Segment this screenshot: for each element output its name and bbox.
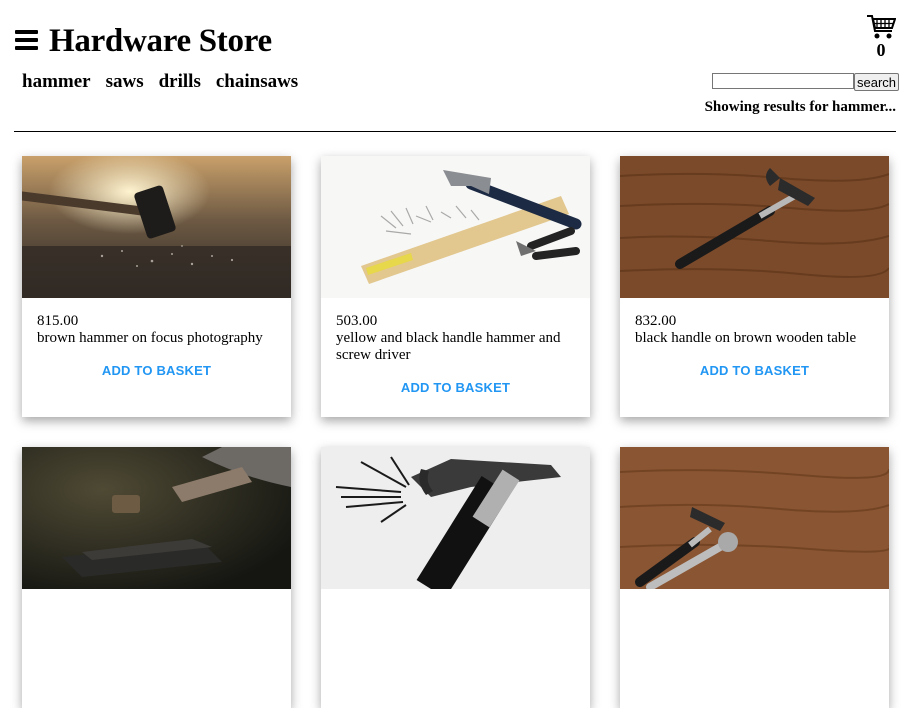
search-form: search — [712, 73, 900, 91]
product-card: 832.00 black handle on brown wooden tabl… — [620, 156, 889, 417]
product-grid: 815.00 brown hammer on focus photography… — [22, 156, 889, 708]
search-button[interactable]: search — [854, 73, 900, 91]
search-input[interactable] — [712, 73, 854, 89]
product-image[interactable] — [321, 447, 590, 589]
product-image[interactable] — [22, 447, 291, 589]
category-nav: hammer saws drills chainsaws — [22, 71, 298, 93]
nav-item-hammer[interactable]: hammer — [22, 71, 91, 93]
results-text: Showing results for hammer... — [704, 99, 896, 115]
shopping-cart-icon — [867, 15, 896, 39]
nav-item-drills[interactable]: drills — [159, 71, 201, 93]
product-card — [321, 447, 590, 708]
hamburger-menu-icon[interactable] — [15, 30, 38, 50]
product-card — [22, 447, 291, 708]
cart-count: 0 — [876, 40, 886, 60]
add-to-basket-button[interactable]: ADD TO BASKET — [635, 363, 874, 378]
product-image[interactable] — [321, 156, 590, 298]
nav-item-saws[interactable]: saws — [106, 71, 144, 93]
product-image[interactable] — [22, 156, 291, 298]
product-card: 815.00 brown hammer on focus photography… — [22, 156, 291, 417]
divider — [14, 131, 896, 132]
add-to-basket-button[interactable]: ADD TO BASKET — [37, 363, 276, 378]
product-description: yellow and black handle hammer and screw… — [336, 330, 561, 363]
product-price: 832.00 — [635, 313, 677, 329]
product-card: 503.00 yellow and black handle hammer an… — [321, 156, 590, 417]
product-price: 815.00 — [37, 313, 79, 329]
nav-item-chainsaws[interactable]: chainsaws — [216, 71, 298, 93]
product-description: black handle on brown wooden table — [635, 330, 857, 346]
product-description: brown hammer on focus photography — [37, 330, 263, 346]
page-title: Hardware Store — [49, 23, 272, 59]
product-image[interactable] — [620, 156, 889, 298]
cart-button[interactable]: 0 — [865, 14, 897, 61]
product-card — [620, 447, 889, 708]
add-to-basket-button[interactable]: ADD TO BASKET — [336, 380, 575, 395]
product-price: 503.00 — [336, 313, 378, 329]
product-image[interactable] — [620, 447, 889, 589]
